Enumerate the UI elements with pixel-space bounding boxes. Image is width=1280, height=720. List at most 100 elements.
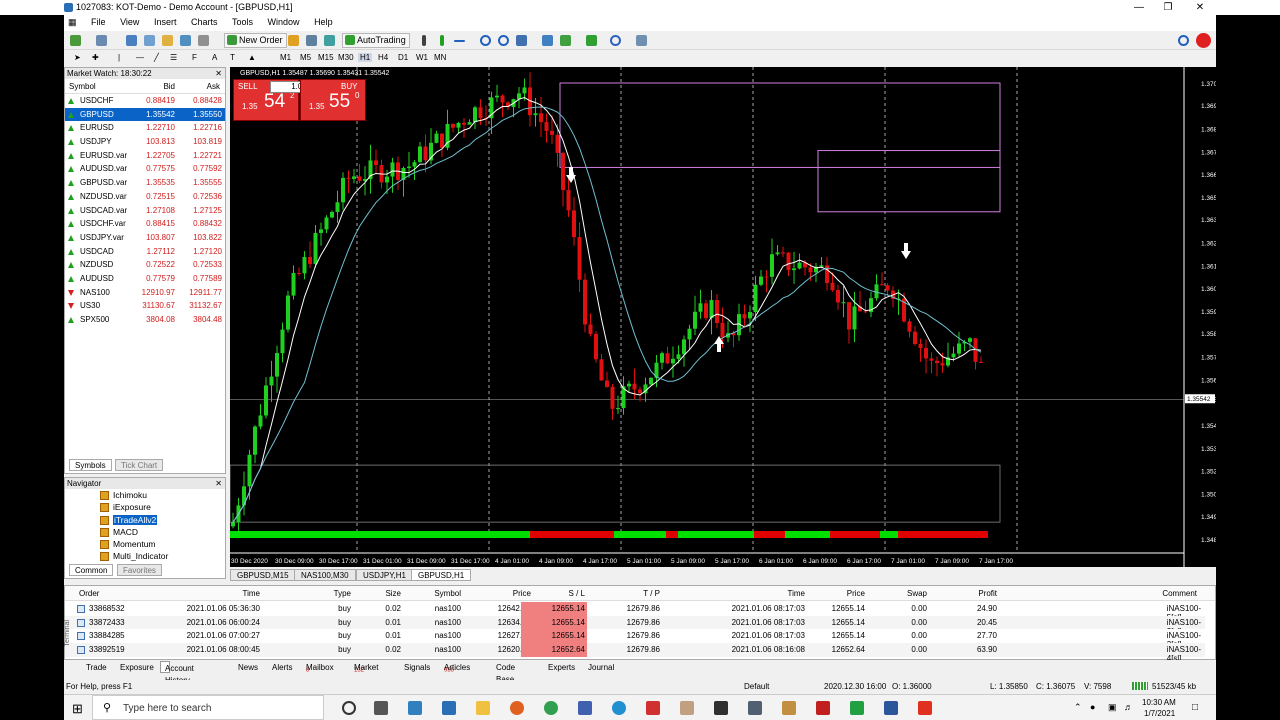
candlestick-icon[interactable]	[434, 33, 449, 48]
tab-symbols[interactable]: Symbols	[69, 459, 112, 471]
skype-icon[interactable]	[612, 701, 626, 715]
terminal-col-10[interactable]: Swap	[907, 589, 927, 598]
terminal-tab-journal[interactable]: Journal	[584, 661, 614, 673]
tf-d1[interactable]: D1	[398, 53, 408, 62]
market-watch-row[interactable]: USDJPY 103.813 103.819	[65, 135, 225, 149]
terminal-tab-alerts[interactable]: Alerts	[268, 661, 292, 673]
market-watch-row[interactable]: USDCAD.var 1.27108 1.27125	[65, 204, 225, 218]
terminal-row[interactable]: 33868532 2021.01.06 05:36:30 buy 0.02 nas100…	[65, 602, 1205, 622]
col-bid[interactable]: Bid	[163, 79, 175, 94]
tf-m5[interactable]: M5	[300, 53, 311, 62]
tray-mic-icon[interactable]: ●	[1090, 702, 1095, 712]
close-icon[interactable]: ✕	[215, 68, 222, 79]
acrobat-icon[interactable]	[816, 701, 830, 715]
terminal-tab-experts[interactable]: Experts	[544, 661, 575, 673]
market-watch-icon[interactable]	[124, 33, 139, 48]
menu-charts[interactable]: Charts	[185, 15, 224, 29]
terminal-col-1[interactable]: Time	[243, 589, 260, 598]
tray-date[interactable]: 1/7/2021	[1144, 709, 1175, 718]
minimize-button[interactable]: —	[1123, 0, 1155, 15]
tray-network-icon[interactable]: ▣	[1108, 702, 1117, 713]
indicators-icon[interactable]	[584, 33, 599, 48]
app-icon-3[interactable]	[646, 701, 660, 715]
terminal-tab-articles[interactable]: Articles 986	[440, 661, 470, 674]
close-icon[interactable]: ✕	[215, 478, 222, 489]
terminal-icon[interactable]	[178, 33, 193, 48]
cortana-icon[interactable]	[342, 701, 356, 715]
metatrader-icon[interactable]	[782, 701, 796, 715]
camtasia-icon[interactable]	[850, 701, 864, 715]
tray-chevron-icon[interactable]: ⌃	[1074, 702, 1082, 713]
terminal-tab-news[interactable]: News	[234, 661, 258, 673]
terminal-tab-code-base[interactable]: Code Base	[492, 661, 515, 684]
periods-icon[interactable]	[608, 33, 623, 48]
market-watch-row[interactable]: EURUSD.var 1.22705 1.22721	[65, 149, 225, 163]
tf-m15[interactable]: M15	[318, 53, 334, 62]
app-icon-4[interactable]	[680, 701, 694, 715]
auto-trading-button[interactable]: AutoTrading	[342, 33, 410, 48]
notification-icon[interactable]	[1196, 33, 1211, 48]
cursor-icon[interactable]: ➤	[74, 53, 81, 62]
terminal-tab-signals[interactable]: Signals	[400, 661, 430, 673]
chart-tab-gbpusd-h1[interactable]: GBPUSD,H1	[411, 569, 472, 581]
navigator-item[interactable]: Momentum	[65, 538, 225, 550]
terminal-col-2[interactable]: Type	[334, 589, 351, 598]
tf-h4[interactable]: H4	[378, 53, 388, 62]
terminal-col-12[interactable]: Comment	[1162, 589, 1197, 598]
app-icon-6[interactable]	[748, 701, 762, 715]
market-watch-row[interactable]: USDJPY.var 103.807 103.822	[65, 231, 225, 245]
app-menu-icon[interactable]: ▦	[64, 15, 83, 30]
zoom-in-icon[interactable]	[478, 33, 493, 48]
arrows-icon[interactable]: ▲	[248, 53, 256, 62]
tf-mn[interactable]: MN	[434, 53, 446, 62]
buy-button[interactable]: BUY 1.35 55 0	[300, 79, 366, 121]
new-order-button[interactable]: New Order	[224, 33, 287, 48]
market-watch-row[interactable]: USDCHF 0.88419 0.88428	[65, 94, 225, 108]
market-watch-row[interactable]: US30 31130.67 31132.67	[65, 299, 225, 313]
col-symbol[interactable]: Symbol	[69, 79, 96, 94]
terminal-col-5[interactable]: Price	[513, 589, 531, 598]
chart-shift-icon[interactable]	[540, 33, 555, 48]
menu-tools[interactable]: Tools	[226, 15, 259, 29]
crosshair-icon[interactable]: ✚	[92, 53, 99, 62]
close-button[interactable]: ✕	[1184, 0, 1216, 15]
templates-icon[interactable]	[634, 33, 649, 48]
terminal-tab-account-history[interactable]: Account History	[160, 661, 194, 685]
terminal-col-7[interactable]: T / P	[643, 589, 660, 598]
terminal-col-11[interactable]: Profit	[978, 589, 997, 598]
market-watch-row[interactable]: USDCHF.var 0.88415 0.88432	[65, 217, 225, 231]
fibonacci-icon[interactable]: F	[192, 53, 197, 62]
options-icon[interactable]	[304, 33, 319, 48]
restore-button[interactable]: ❐	[1152, 0, 1184, 15]
terminal-col-9[interactable]: Price	[847, 589, 865, 598]
terminal-tab-trade[interactable]: Trade	[82, 661, 107, 673]
price-chart[interactable]: 1.37040 1.36935 1.36825 1.36715 1.36610 1.365…	[230, 67, 1216, 567]
navigator-item[interactable]: Ichimoku	[65, 489, 225, 501]
channel-icon[interactable]: ☰	[170, 53, 177, 62]
market-watch-row[interactable]: AUDUSD 0.77579 0.77589	[65, 272, 225, 286]
search-icon[interactable]	[1176, 33, 1191, 48]
signals-icon[interactable]	[322, 33, 337, 48]
navigator-item[interactable]: iTradeAllv2	[65, 514, 225, 526]
menu-file[interactable]: File	[85, 15, 112, 29]
market-watch-row[interactable]: USDCAD 1.27112 1.27120	[65, 245, 225, 259]
app-icon-1[interactable]	[408, 701, 422, 715]
terminal-tab-market[interactable]: Market 132	[350, 661, 378, 674]
tray-volume-icon[interactable]: ♬	[1124, 702, 1133, 712]
text-tool-icon[interactable]: A	[212, 53, 217, 62]
terminal-col-3[interactable]: Size	[385, 589, 401, 598]
trendline-icon[interactable]: ╱	[154, 53, 159, 62]
tab-tick-chart[interactable]: Tick Chart	[115, 459, 164, 471]
label-tool-icon[interactable]: T	[230, 53, 235, 62]
firefox-icon[interactable]	[510, 701, 524, 715]
windows-start-icon[interactable]: ⊞	[72, 701, 83, 717]
tab-common[interactable]: Common	[69, 564, 114, 576]
tf-m1[interactable]: M1	[280, 53, 291, 62]
tile-windows-icon[interactable]	[514, 33, 529, 48]
terminal-row[interactable]: 33884285 2021.01.06 07:00:27 buy 0.01 nas100…	[65, 629, 1205, 649]
terminal-col-4[interactable]: Symbol	[434, 589, 461, 598]
tf-h1[interactable]: H1	[358, 53, 373, 62]
tray-time[interactable]: 10:30 AM	[1142, 698, 1176, 707]
market-watch-row[interactable]: NZDUSD 0.72522 0.72533	[65, 258, 225, 272]
market-watch-row[interactable]: EURUSD 1.22710 1.22716	[65, 121, 225, 135]
